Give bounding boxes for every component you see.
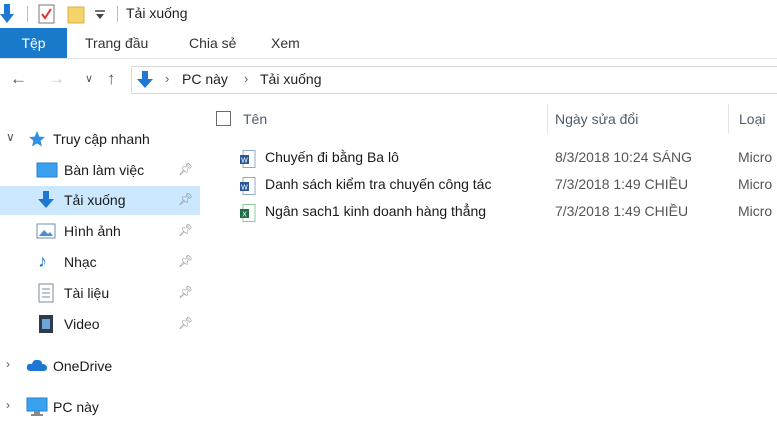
nav-item-documents[interactable]: Tài liệu 📌︎ <box>0 279 200 308</box>
breadcrumb-separator-icon: › <box>165 71 170 86</box>
navigation-row: ← → ∨ ↑ › PC này › Tải xuống <box>0 59 777 99</box>
column-divider[interactable] <box>547 104 548 134</box>
nav-onedrive[interactable]: › OneDrive <box>0 352 200 381</box>
pin-icon[interactable]: 📌︎ <box>178 254 193 268</box>
pin-icon[interactable]: 📌︎ <box>178 192 193 206</box>
nav-label: Hình ảnh <box>64 223 121 239</box>
title-bar: Tải xuống <box>0 0 777 28</box>
svg-text:W: W <box>241 183 248 191</box>
nav-label: PC này <box>53 399 99 415</box>
nav-label: Bàn làm việc <box>64 162 145 178</box>
star-icon <box>28 130 46 151</box>
pictures-icon <box>36 223 56 242</box>
nav-item-desktop[interactable]: Bàn làm việc 📌︎ <box>0 156 200 185</box>
expanded-chevron-icon[interactable]: ∨ <box>6 130 15 144</box>
file-type: Micro <box>738 203 773 219</box>
excel-doc-icon: X <box>240 204 256 225</box>
computer-icon <box>26 397 48 420</box>
forward-arrow-icon[interactable]: → <box>48 69 65 89</box>
column-header-name[interactable]: Tên <box>243 111 267 127</box>
file-date-modified: 7/3/2018 1:49 CHIỀU <box>555 203 689 219</box>
nav-label: Nhạc <box>64 254 97 270</box>
download-folder-icon <box>137 70 153 93</box>
file-name: Ngân sach1 kinh doanh hàng thẳng <box>265 203 487 219</box>
collapsed-chevron-icon[interactable]: › <box>6 398 10 412</box>
file-date-modified: 8/3/2018 10:24 SÁNG <box>555 149 692 165</box>
video-icon <box>38 314 54 337</box>
window-title: Tải xuống <box>126 5 188 21</box>
file-row[interactable]: W Chuyến đi bằng Ba lô 8/3/2018 10:24 SÁ… <box>230 145 777 172</box>
nav-label: OneDrive <box>53 358 113 374</box>
file-type: Micro <box>738 149 773 165</box>
recent-locations-chevron-icon[interactable]: ∨ <box>85 72 93 85</box>
file-list: Tên Ngày sửa đổi Loại W Chuyến đi bằng B… <box>200 100 777 432</box>
file-row[interactable]: X Ngân sach1 kinh doanh hàng thẳng 7/3/2… <box>230 199 777 226</box>
pin-icon[interactable]: 📌︎ <box>178 223 193 237</box>
nav-label: Tải xuống <box>64 192 126 208</box>
file-type: Micro <box>738 176 773 192</box>
nav-this-pc[interactable]: › PC này <box>0 393 200 422</box>
properties-icon[interactable] <box>38 4 56 27</box>
column-divider[interactable] <box>728 104 729 134</box>
divider <box>27 6 28 22</box>
cloud-icon <box>26 358 48 375</box>
up-arrow-icon[interactable]: ↑ <box>107 69 116 89</box>
collapsed-chevron-icon[interactable]: › <box>6 357 10 371</box>
tab-view[interactable]: Xem <box>271 28 300 58</box>
pin-icon[interactable]: 📌︎ <box>178 285 193 299</box>
word-doc-icon: W <box>240 177 256 198</box>
column-header-date-modified[interactable]: Ngày sửa đổi <box>555 111 638 127</box>
breadcrumb-separator-icon: › <box>244 71 249 86</box>
nav-item-downloads[interactable]: Tải xuống 📌︎ <box>0 186 200 215</box>
divider <box>117 6 118 22</box>
file-date-modified: 7/3/2018 1:49 CHIỀU <box>555 176 689 192</box>
nav-label: Tài liệu <box>64 285 110 301</box>
file-name: Chuyến đi bằng Ba lô <box>265 149 399 165</box>
download-icon <box>37 190 55 213</box>
file-name: Danh sách kiểm tra chuyến công tác <box>265 176 492 192</box>
svg-text:X: X <box>242 210 247 218</box>
documents-icon <box>38 283 54 306</box>
back-arrow-icon[interactable]: ← <box>10 69 27 89</box>
tab-share[interactable]: Chia sẻ <box>189 28 236 58</box>
navigation-pane: ∨ Truy cập nhanh Bàn làm việc 📌︎ Tải xuố… <box>0 100 200 432</box>
address-bar[interactable]: › PC này › Tải xuống <box>131 66 777 94</box>
breadcrumb-downloads[interactable]: Tải xuống <box>260 71 321 87</box>
music-icon: ♪ <box>38 251 47 271</box>
pin-icon[interactable]: 📌︎ <box>178 316 193 330</box>
nav-item-video[interactable]: Video 📌︎ <box>0 310 200 339</box>
customize-toolbar-icon[interactable] <box>94 8 106 24</box>
new-folder-icon[interactable] <box>67 4 85 27</box>
desktop-icon <box>36 162 58 182</box>
select-all-checkbox[interactable] <box>216 111 231 126</box>
breadcrumb-this-pc[interactable]: PC này <box>182 71 228 87</box>
nav-item-music[interactable]: ♪ Nhạc 📌︎ <box>0 248 200 277</box>
nav-label: Truy cập nhanh <box>53 131 150 147</box>
word-doc-icon: W <box>240 150 256 171</box>
ribbon-tabs: Tệp Trang đầu Chia sẻ Xem <box>0 28 777 59</box>
file-row[interactable]: W Danh sách kiểm tra chuyến công tác 7/3… <box>230 172 777 199</box>
nav-item-pictures[interactable]: Hình ảnh 📌︎ <box>0 217 200 246</box>
nav-label: Video <box>64 316 100 332</box>
tab-file[interactable]: Tệp <box>0 28 67 58</box>
nav-quick-access[interactable]: ∨ Truy cập nhanh <box>0 125 200 154</box>
column-header-type[interactable]: Loại <box>739 111 765 127</box>
tab-home[interactable]: Trang đầu <box>85 28 148 58</box>
svg-text:W: W <box>241 156 248 164</box>
download-arrow-icon <box>0 3 14 28</box>
pin-icon[interactable]: 📌︎ <box>178 162 193 176</box>
